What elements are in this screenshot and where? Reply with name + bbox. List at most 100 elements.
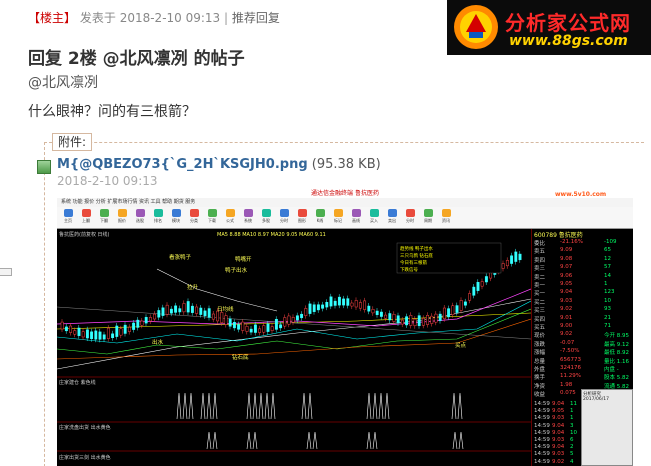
analysis-popup[interactable]: 分析研究 2017/06/17 xyxy=(581,389,633,466)
quote-row: 现价 9.02 今开 8.95 xyxy=(534,331,632,339)
kline-chart: 鲁抗医药(前复权 日线) MA5 8.88 MA10 8.97 MA20 9.0… xyxy=(57,229,531,461)
quote-label: 卖五 xyxy=(534,249,546,256)
candle-body xyxy=(346,298,350,306)
chart-info: 鲁抗医药(前复权 日线) xyxy=(59,231,110,238)
candle-body xyxy=(207,308,211,318)
toolbar-button[interactable]: 标记 xyxy=(331,209,345,227)
quote-label: 委比 xyxy=(534,241,546,247)
candle-body xyxy=(199,307,203,315)
toolbar-button[interactable]: K线 xyxy=(313,209,327,227)
candle-body xyxy=(270,326,274,331)
chart-label: 出水 xyxy=(152,338,164,346)
quote-value: -21.16% xyxy=(560,239,583,245)
tick-c: 4 xyxy=(570,458,574,465)
toolbar-icon xyxy=(261,209,271,217)
attachment-image[interactable]: 通达信金融终端 鲁抗医药 www.5v10.com 系统 功能 报价 分析 扩展… xyxy=(57,189,633,466)
candle-body xyxy=(237,324,241,330)
toolbar-button[interactable]: 上翻 xyxy=(79,209,93,227)
toolbar-button[interactable]: 画线 xyxy=(349,209,363,227)
toolbar-button[interactable]: 公式 xyxy=(223,209,237,227)
toolbar-button[interactable]: 排名 xyxy=(151,209,165,227)
toolbar-button[interactable]: 分时 xyxy=(277,209,291,227)
candle-body xyxy=(354,300,358,308)
candle-body xyxy=(472,286,476,296)
quote-extra: 14 xyxy=(604,272,611,279)
quote-label: 涨幅 xyxy=(534,350,546,357)
candle-body xyxy=(421,318,425,326)
indicator-spike xyxy=(306,431,312,450)
candle-body xyxy=(77,327,81,336)
chart-label: 鸭嘴开 xyxy=(235,255,252,263)
quote-label: 卖四 xyxy=(534,257,546,264)
toolbar-button[interactable]: 买入 xyxy=(367,209,381,227)
candle-body xyxy=(81,331,85,338)
candle-body xyxy=(451,305,455,315)
toolbar-button[interactable]: 主页 xyxy=(61,209,75,227)
candle-body xyxy=(258,328,262,333)
toolbar-button[interactable]: 资讯 xyxy=(439,209,453,227)
toolbar-button[interactable]: 周期 xyxy=(421,209,435,227)
candle-body xyxy=(165,304,169,315)
candle-body xyxy=(220,312,224,324)
indicator-spike xyxy=(212,392,218,420)
side-collapse-tab[interactable] xyxy=(0,268,12,276)
site-logo[interactable]: 分析家公式网 www.88gs.com xyxy=(447,0,651,55)
candle-body xyxy=(363,300,367,310)
candle-body xyxy=(144,317,148,324)
tick-p: 9.05 xyxy=(552,408,565,415)
indicator-spike xyxy=(246,392,252,420)
candle-body xyxy=(518,253,522,261)
quote-label: 卖三 xyxy=(534,266,546,273)
candle-body xyxy=(367,305,371,312)
quote-label: 现价 xyxy=(534,333,546,340)
candle-body xyxy=(501,263,505,269)
toolbar-button[interactable]: 卖出 xyxy=(385,209,399,227)
candle-body xyxy=(333,300,337,306)
candle-body xyxy=(426,315,430,325)
candle-body xyxy=(111,333,115,339)
recommend-reply-link[interactable]: 推荐回复 xyxy=(232,11,280,25)
author-tag[interactable]: 【楼主】 xyxy=(28,11,76,25)
toolbar-icon xyxy=(369,209,379,217)
toolbar-button[interactable]: 图形 xyxy=(295,209,309,227)
chart-label: 钻石底 xyxy=(232,353,249,361)
toolbar-icon xyxy=(351,209,361,217)
candle-body xyxy=(371,309,375,314)
toolbar-icon xyxy=(207,209,217,217)
toolbar-button[interactable]: 系统 xyxy=(241,209,255,227)
toolbar-button[interactable]: 多股 xyxy=(259,209,273,227)
toolbar-button-label: 主页 xyxy=(64,218,72,223)
indicator-spike xyxy=(366,392,372,420)
toolbar-button[interactable]: 下翻 xyxy=(97,209,111,227)
candle-body xyxy=(384,314,388,319)
indicator-spike xyxy=(458,431,464,450)
svg-text:三只乌鸦 钻石底: 三只乌鸦 钻石底 xyxy=(400,252,433,259)
toolbar-button[interactable]: 分类 xyxy=(187,209,201,227)
toolbar-button[interactable]: 选股 xyxy=(133,209,147,227)
tick-t: 14:59 xyxy=(534,415,550,422)
toolbar-icon xyxy=(297,209,307,217)
toolbar-icon xyxy=(423,209,433,217)
user-mention-link[interactable]: @北风凛冽 xyxy=(28,72,98,92)
quote-value: 9.02 xyxy=(560,306,573,313)
candle-body xyxy=(447,308,451,318)
candle-body xyxy=(132,322,136,330)
posted-label: 发表于 xyxy=(79,11,116,25)
candle-body xyxy=(480,281,484,287)
quote-label: 买四 xyxy=(534,316,546,323)
toolbar-button[interactable]: 分时 xyxy=(403,209,417,227)
candle-body xyxy=(85,329,89,339)
toolbar-button[interactable]: 模块 xyxy=(169,209,183,227)
toolbar-button-label: 分时 xyxy=(406,218,414,223)
quote-label: 买五 xyxy=(534,325,546,331)
toolbar-button[interactable]: 报价 xyxy=(115,209,129,227)
quote-label: 净资 xyxy=(534,383,546,390)
attachment-filename-link[interactable]: M{@QBEZO73{`G_2H`KSGJH0.png xyxy=(57,157,308,172)
quote-label: 买三 xyxy=(534,308,546,315)
candle-body xyxy=(350,302,354,307)
indicator-spike xyxy=(366,431,372,450)
candle-body xyxy=(409,315,413,326)
toolbar-icon xyxy=(441,209,451,217)
image-file-icon xyxy=(37,160,51,174)
toolbar-button[interactable]: 下载 xyxy=(205,209,219,227)
